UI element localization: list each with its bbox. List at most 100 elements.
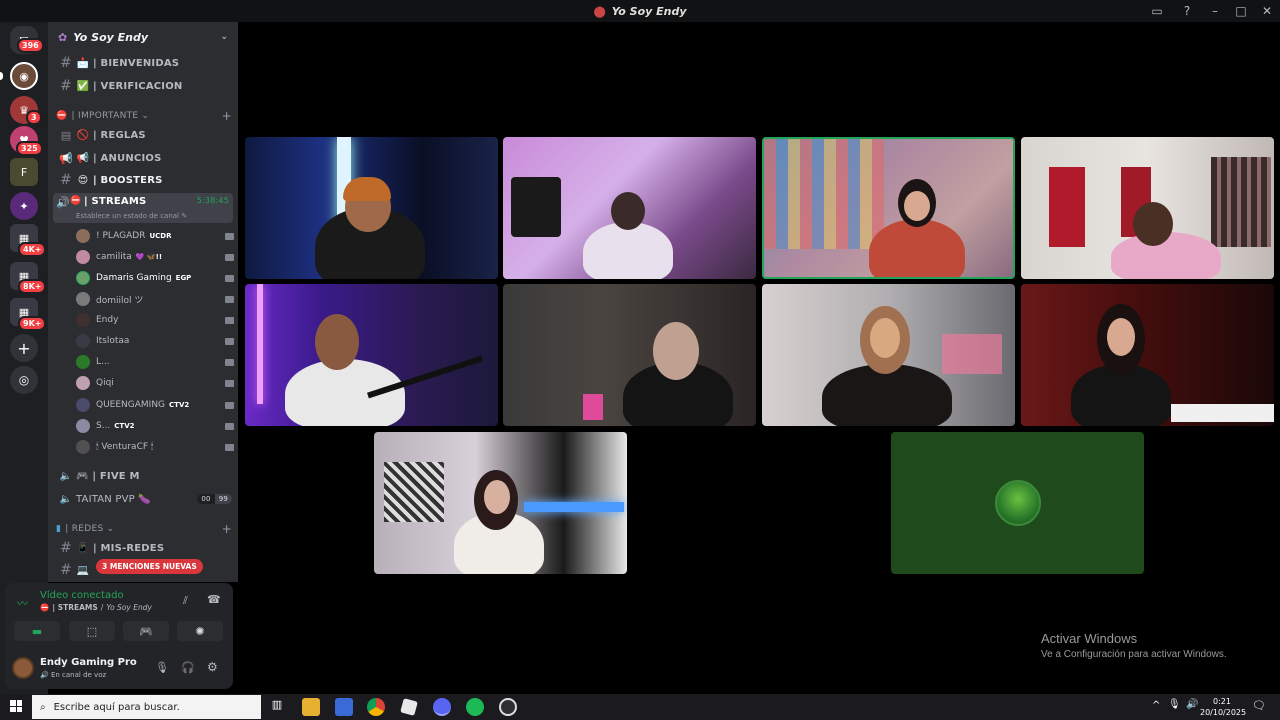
taskbar-search[interactable]: ⌕ Escribe aquí para buscar. <box>32 695 261 719</box>
server-badge-3: 325 <box>16 141 43 156</box>
voice-user[interactable]: L... <box>76 352 234 372</box>
noise-suppression-icon[interactable]: ⫽ <box>183 594 188 608</box>
maximize-icon[interactable]: □ <box>1228 0 1254 22</box>
activation-watermark: Activar Windows Ve a Configuración para … <box>1041 631 1227 660</box>
activities-button[interactable]: 🎮 <box>123 621 169 641</box>
chrome-icon[interactable] <box>367 698 385 716</box>
avatar <box>76 229 90 243</box>
windows-start-icon[interactable] <box>10 700 22 712</box>
spotify-icon[interactable] <box>466 698 484 716</box>
video-tile[interactable] <box>762 284 1015 426</box>
server-badge-2: 3 <box>26 110 42 125</box>
server-badge-4: 4K+ <box>18 242 47 257</box>
voice-user[interactable]: Damaris Gaming EGP <box>76 268 234 288</box>
channel-bienvenidas[interactable]: # 📩 | BIENVENIDAS <box>56 53 232 73</box>
avatar <box>994 480 1041 526</box>
voice-location[interactable]: ⛔ | STREAMS / Yo Soy Endy <box>40 603 152 612</box>
clock[interactable]: 0:21 20/10/2025 <box>1200 696 1246 718</box>
channel-boosters[interactable]: # 😍 | BOOSTERS <box>56 170 232 190</box>
voice-user[interactable]: QUEENGAMING CTV2 <box>76 395 234 415</box>
avatar <box>76 292 90 306</box>
voice-user[interactable]: 🕯 VenturaCF 🕯 <box>76 437 234 457</box>
add-channel-icon[interactable]: + <box>222 109 232 123</box>
avatar <box>76 398 90 412</box>
obs-icon[interactable] <box>499 698 517 716</box>
new-mentions-pill[interactable]: 3 MENCIONES NUEVAS <box>96 559 203 574</box>
category-redes[interactable]: ▮ | REDES ⌄ + <box>56 521 232 537</box>
video-tile[interactable] <box>245 284 498 426</box>
user-count: 00 99 <box>197 494 232 504</box>
avatar <box>76 313 90 327</box>
channel-verificacion[interactable]: # ✅ | VERIFICACION <box>56 76 232 96</box>
mic-icon[interactable]: 🎙 <box>155 661 169 674</box>
avatar <box>76 334 90 348</box>
camera-icon <box>225 379 234 387</box>
voice-channel-fivem[interactable]: 🔈 🎮 | FIVE M <box>56 466 232 486</box>
screen-share-button[interactable]: ⬚ <box>69 621 115 641</box>
channel-anuncios[interactable]: 📢 📢 | ANUNCIOS <box>56 148 232 168</box>
camera-icon <box>225 232 234 240</box>
close-icon[interactable]: ✕ <box>1254 0 1280 22</box>
tray-chevron-icon[interactable]: ^ <box>1152 700 1160 711</box>
voice-status[interactable]: Vídeo conectado <box>40 590 124 601</box>
category-importante[interactable]: ⛔ | IMPORTANTE ⌄ + <box>56 108 232 124</box>
channel-status-hint[interactable]: Establece un estado de canal ✎ <box>76 212 187 220</box>
video-tile-speaking[interactable] <box>762 137 1015 279</box>
hash-icon: # <box>60 540 72 556</box>
server-icon-4[interactable]: F <box>10 158 38 186</box>
voice-user[interactable]: Endy <box>76 310 234 330</box>
server-icon-yosoyendy[interactable]: ◉ <box>10 62 38 90</box>
voice-user[interactable]: S... CTV2 <box>76 416 234 436</box>
speaker-icon: 🔈 <box>59 470 73 482</box>
voice-user[interactable]: camilita 💜 🦋!! <box>76 247 234 267</box>
disconnect-icon[interactable]: ☎ <box>207 593 221 606</box>
no-entry-icon: ⛔ <box>70 196 82 206</box>
voice-user[interactable]: ! PLAGADR UCDR <box>76 226 234 246</box>
minimize-icon[interactable]: – <box>1202 0 1228 22</box>
voice-channel-taitan[interactable]: 🔈 TAITAN PVP 🍆 00 99 <box>56 489 232 509</box>
voice-user[interactable]: domiilol ツ <box>76 289 234 309</box>
voice-user[interactable]: Itslotaa <box>76 331 234 351</box>
video-tile[interactable] <box>1021 137 1274 279</box>
signal-icon: 〰 <box>17 597 28 610</box>
window-title: ⬤ Yo Soy Endy <box>593 4 687 18</box>
dm-badge: 396 <box>17 38 44 53</box>
no-entry-icon: ⛔ <box>40 603 50 612</box>
discover-icon[interactable]: ◎ <box>10 366 38 394</box>
video-tile[interactable] <box>503 284 756 426</box>
help-icon[interactable]: ? <box>1172 0 1202 22</box>
server-header[interactable]: ✿ Yo Soy Endy ⌄ <box>48 22 238 52</box>
channel-reglas[interactable]: ▤ 🚫 | REGLAS <box>56 125 232 145</box>
notification-icon[interactable]: 🗨 <box>1252 699 1266 712</box>
add-server-icon[interactable]: + <box>10 334 38 362</box>
soundboard-button[interactable]: ✺ <box>177 621 223 641</box>
avatar <box>76 271 90 285</box>
server-badge-6: 9K+ <box>18 316 47 331</box>
settings-gear-icon[interactable]: ⚙ <box>207 660 218 674</box>
user-avatar[interactable] <box>12 657 34 679</box>
video-tile[interactable] <box>245 137 498 279</box>
camera-icon <box>225 274 234 282</box>
voice-user[interactable]: Qiqi <box>76 373 234 393</box>
video-grid <box>238 22 1280 694</box>
search-icon: ⌕ <box>40 701 46 713</box>
user-name[interactable]: Endy Gaming Pro <box>40 657 137 668</box>
discord-icon[interactable] <box>433 698 451 716</box>
headphones-icon[interactable]: 🎧 <box>181 661 195 674</box>
task-view-icon[interactable]: ▥ <box>268 698 286 716</box>
store-icon[interactable] <box>335 698 353 716</box>
voice-timer: 5:38:45 <box>196 196 229 205</box>
inbox-icon[interactable]: ▭ <box>1142 0 1172 22</box>
app-logo-icon: ⬤ <box>593 4 606 18</box>
video-tile[interactable] <box>503 137 756 279</box>
volume-icon[interactable]: 🔊 <box>1186 699 1198 710</box>
file-explorer-icon[interactable] <box>302 698 320 716</box>
channel-mis-redes[interactable]: # 📱 | MIS-REDES <box>56 538 232 558</box>
video-tile[interactable] <box>374 432 627 574</box>
camera-button[interactable]: ▬ <box>14 621 60 641</box>
video-tile-camera-off[interactable] <box>891 432 1144 574</box>
video-tile[interactable] <box>1021 284 1274 426</box>
add-channel-icon[interactable]: + <box>222 522 232 536</box>
server-icon-5[interactable]: ✦ <box>10 192 38 220</box>
roblox-icon[interactable] <box>400 698 418 716</box>
